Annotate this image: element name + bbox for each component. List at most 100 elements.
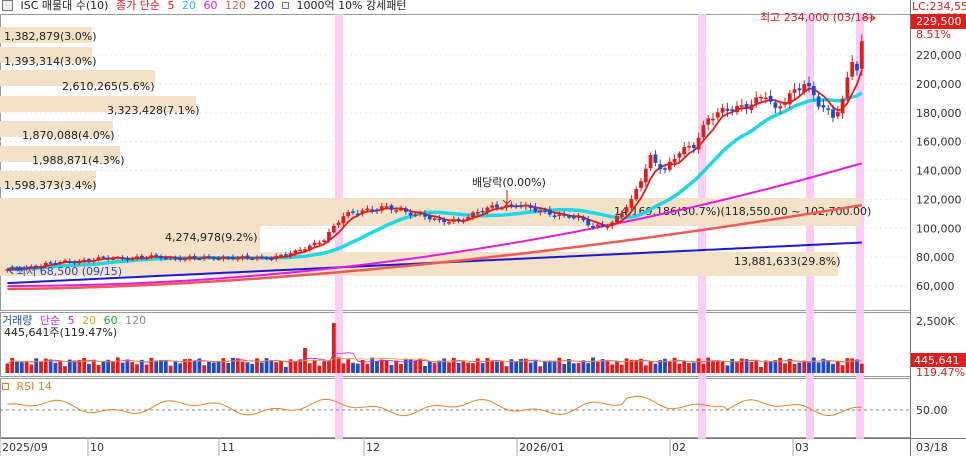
candle-body bbox=[403, 208, 408, 212]
candle-body bbox=[226, 257, 231, 259]
volume-bar bbox=[63, 366, 67, 373]
volume-bar bbox=[797, 362, 802, 373]
volume-bar bbox=[34, 358, 39, 373]
volume-bar bbox=[667, 361, 672, 373]
price-tick-label: 120,000 bbox=[916, 193, 962, 206]
candle-body bbox=[67, 261, 72, 263]
candle-body bbox=[653, 154, 658, 163]
candle-body bbox=[331, 226, 336, 233]
candle-body bbox=[595, 224, 600, 227]
dividend-annotation: 배당락(0.00%) bbox=[472, 176, 546, 189]
volume-bar bbox=[154, 360, 159, 373]
volume-bar bbox=[96, 364, 101, 373]
candle-body bbox=[437, 218, 442, 221]
volume-bar bbox=[389, 365, 394, 373]
candle-body bbox=[802, 84, 807, 92]
volume-bar bbox=[317, 365, 322, 373]
volume-bar bbox=[370, 357, 375, 373]
candle-body bbox=[399, 208, 403, 211]
volume-bar bbox=[763, 360, 768, 373]
volume-bar bbox=[216, 361, 221, 373]
ma-label: 종가 단순 bbox=[115, 0, 160, 12]
candle-body bbox=[840, 98, 845, 114]
volume-bar bbox=[619, 364, 624, 373]
candle-body bbox=[346, 212, 351, 217]
volume-bar bbox=[432, 363, 437, 373]
volume-bar bbox=[192, 361, 197, 373]
candle-body bbox=[235, 257, 240, 260]
volume-bar bbox=[855, 359, 859, 373]
volume-profile-label: 1,382,879(3.0%) bbox=[4, 30, 97, 43]
candle-body bbox=[725, 108, 730, 111]
volume-bar bbox=[701, 363, 706, 373]
candle-body bbox=[855, 63, 859, 71]
candle-body bbox=[423, 213, 427, 217]
candle-body bbox=[648, 155, 653, 169]
price-tick-label: 160,000 bbox=[916, 136, 962, 149]
candle-body bbox=[211, 257, 216, 260]
candle-body bbox=[336, 222, 341, 226]
candle-body bbox=[351, 211, 355, 213]
volume-bar bbox=[634, 360, 639, 373]
candle-body bbox=[639, 181, 643, 188]
volume-bar bbox=[495, 361, 499, 373]
candle-body bbox=[279, 254, 283, 257]
pattern-marker-icon bbox=[281, 2, 289, 9]
candle-body bbox=[624, 207, 629, 213]
rsi-tick-label: 50.00 bbox=[916, 404, 948, 417]
candle-body bbox=[58, 261, 63, 264]
volume-bar bbox=[111, 361, 115, 373]
chart-canvas[interactable]: 1,382,879(3.0%) 1,393,314(3.0%) 2,610,265(… bbox=[0, 0, 966, 456]
rsi-marker-icon bbox=[2, 383, 9, 390]
current-volume-ratio: 119.47% bbox=[916, 366, 965, 379]
rsi-legend[interactable]: RSI 14 bbox=[2, 379, 56, 395]
vol-ma120-label: 120 bbox=[125, 314, 147, 327]
price-legend[interactable]: ISC 매물대 수(10) 종가 단순 5 20 60 120 200 1000… bbox=[2, 0, 411, 14]
price-tick-label: 100,000 bbox=[916, 222, 962, 235]
candle-body bbox=[749, 104, 754, 110]
volume-bar bbox=[58, 360, 63, 373]
candle-body bbox=[427, 215, 432, 220]
volume-bar bbox=[144, 364, 149, 373]
price-tick-label: 220,000 bbox=[916, 49, 962, 62]
candle-body bbox=[811, 86, 816, 96]
volume-bar bbox=[211, 362, 216, 373]
volume-bar bbox=[427, 361, 432, 373]
volume-bar bbox=[115, 357, 120, 373]
candle-body bbox=[797, 88, 802, 91]
legend-toggle-icon[interactable] bbox=[2, 0, 13, 11]
candle-body bbox=[221, 256, 226, 259]
volume-bar bbox=[24, 361, 29, 373]
candle-body bbox=[125, 258, 130, 261]
volume-bar bbox=[322, 361, 327, 373]
candle-body bbox=[619, 213, 624, 217]
date-tick-label: 12 bbox=[366, 441, 380, 454]
volume-current-value: 445,641주(119.47%) bbox=[4, 326, 118, 339]
candle-body bbox=[634, 188, 639, 200]
volume-bar bbox=[504, 366, 509, 373]
volume-bar bbox=[336, 357, 341, 373]
candle-body bbox=[87, 259, 91, 261]
candle-body bbox=[111, 258, 115, 260]
candle-body bbox=[490, 205, 495, 208]
candle-body bbox=[312, 242, 317, 246]
candle-body bbox=[360, 210, 365, 214]
volume-bar bbox=[355, 363, 360, 373]
volume-bar bbox=[125, 359, 130, 373]
candle-body bbox=[77, 261, 82, 264]
candle-body bbox=[859, 41, 864, 69]
volume-bar bbox=[307, 363, 312, 373]
volume-bar bbox=[10, 357, 15, 373]
candle-body bbox=[149, 255, 154, 258]
candle-body bbox=[355, 213, 360, 216]
price-tick-label: 140,000 bbox=[916, 165, 962, 178]
candle-body bbox=[792, 89, 797, 93]
candle-body bbox=[759, 97, 763, 99]
candle-body bbox=[451, 219, 456, 222]
candle-body bbox=[586, 219, 591, 226]
candle-body bbox=[91, 260, 96, 262]
volume-bar bbox=[783, 363, 787, 373]
price-legend-name: ISC 매물대 수(10) bbox=[20, 0, 109, 12]
candle-body bbox=[533, 206, 538, 212]
highlight-band bbox=[806, 14, 814, 439]
